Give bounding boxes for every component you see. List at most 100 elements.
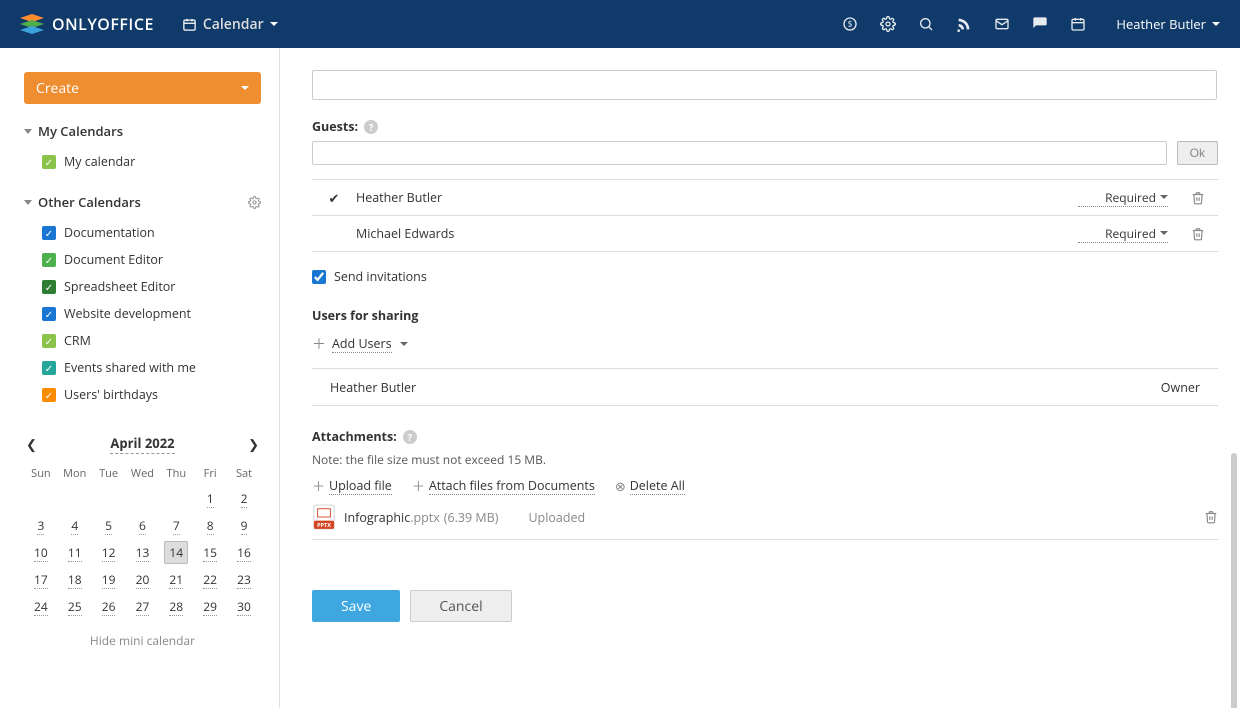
mini-cal-day[interactable]: 6 (139, 517, 146, 535)
pptx-file-icon: PPTX (312, 505, 336, 529)
share-user-name: Heather Butler (330, 379, 1161, 396)
mini-cal-dow: Sun (24, 462, 58, 485)
other-calendars-settings-icon[interactable] (248, 196, 261, 209)
mini-cal-day[interactable]: 19 (102, 571, 116, 589)
mini-cal-day[interactable]: 13 (136, 544, 150, 562)
other-calendars-title: Other Calendars (38, 193, 141, 211)
calendar-item[interactable]: ✓Documentation (42, 219, 261, 246)
guests-input[interactable] (312, 141, 1167, 165)
calendar-item[interactable]: ✓Document Editor (42, 246, 261, 273)
mini-cal-day[interactable]: 25 (68, 598, 82, 616)
help-icon[interactable]: ? (364, 120, 378, 134)
calendar-checkbox[interactable]: ✓ (42, 307, 56, 321)
calendar-label: Website development (64, 305, 191, 322)
mini-cal-day[interactable]: 27 (136, 598, 150, 616)
plus-icon: ＋ (312, 334, 326, 354)
calendar-checkbox[interactable]: ✓ (42, 253, 56, 267)
upload-file-button[interactable]: ＋ Upload file (312, 476, 392, 495)
gear-icon[interactable] (880, 16, 896, 32)
mini-cal-day[interactable]: 11 (68, 544, 82, 562)
calendar-item[interactable]: ✓ My calendar (42, 148, 261, 175)
mini-cal-day[interactable]: 8 (207, 517, 214, 535)
save-button[interactable]: Save (312, 590, 400, 622)
chevron-down-icon (1160, 195, 1168, 199)
send-invitations-checkbox[interactable] (312, 270, 326, 284)
create-button[interactable]: Create (24, 72, 261, 104)
mini-cal-next[interactable]: ❯ (248, 435, 259, 453)
mini-cal-day[interactable]: 24 (34, 598, 48, 616)
scrollbar[interactable] (1231, 453, 1237, 708)
calendar-checkbox[interactable]: ✓ (42, 155, 56, 169)
cancel-button[interactable]: Cancel (410, 590, 511, 622)
mini-cal-day[interactable]: 30 (237, 598, 251, 616)
mini-cal-day[interactable]: 21 (169, 571, 183, 589)
mini-cal-day[interactable]: 28 (169, 598, 183, 616)
guest-name: Heather Butler (356, 189, 1078, 206)
hide-mini-calendar-link[interactable]: Hide mini calendar (24, 632, 261, 649)
mini-cal-day[interactable]: 7 (173, 517, 180, 535)
calendar-item[interactable]: ✓Users' birthdays (42, 381, 261, 408)
present-icon[interactable]: $ (842, 16, 858, 32)
mini-cal-day[interactable]: 16 (237, 544, 251, 562)
mini-cal-day[interactable]: 1 (207, 490, 214, 508)
mini-cal-day[interactable]: 14 (164, 541, 188, 564)
feed-icon[interactable] (956, 16, 972, 32)
mini-cal-day[interactable]: 22 (203, 571, 217, 589)
upload-file-label: Upload file (329, 477, 392, 495)
calendar-icon[interactable] (1070, 16, 1086, 32)
calendar-checkbox[interactable]: ✓ (42, 388, 56, 402)
calendar-label: My calendar (64, 153, 135, 170)
attachment-size: (6.39 MB) (444, 509, 499, 526)
mini-cal-day[interactable]: 20 (136, 571, 150, 589)
mini-cal-day[interactable]: 23 (237, 571, 251, 589)
calendar-module-icon (182, 17, 197, 32)
mini-cal-day[interactable]: 12 (102, 544, 116, 562)
mini-cal-prev[interactable]: ❮ (26, 435, 37, 453)
mini-cal-day[interactable]: 17 (34, 571, 48, 589)
mini-cal-day[interactable]: 10 (34, 544, 48, 562)
chevron-down-icon (1160, 231, 1168, 235)
my-calendars-title: My Calendars (38, 122, 123, 140)
mini-cal-title[interactable]: April 2022 (110, 434, 174, 454)
other-calendars-header[interactable]: Other Calendars (24, 193, 261, 211)
guest-requirement-dropdown[interactable]: Required (1078, 189, 1168, 207)
mini-cal-day[interactable]: 4 (71, 517, 78, 535)
user-menu[interactable]: Heather Butler (1116, 15, 1220, 33)
guests-ok-button[interactable]: Ok (1177, 141, 1218, 165)
help-icon[interactable]: ? (403, 430, 417, 444)
mail-icon[interactable] (994, 16, 1010, 32)
mini-cal-day[interactable]: 15 (203, 544, 217, 562)
calendar-item[interactable]: ✓ CRM (42, 327, 261, 354)
mini-cal-day[interactable]: 26 (102, 598, 116, 616)
mini-cal-day[interactable]: 2 (241, 490, 248, 508)
guest-delete-button[interactable] (1178, 191, 1218, 205)
chat-icon[interactable] (1032, 16, 1048, 32)
add-users-button[interactable]: ＋ Add Users (312, 334, 1218, 354)
calendar-checkbox[interactable]: ✓ (42, 280, 56, 294)
mini-cal-day[interactable]: 18 (68, 571, 82, 589)
guest-requirement-dropdown[interactable]: Required (1078, 225, 1168, 243)
calendar-checkbox[interactable]: ✓ (42, 334, 56, 348)
attachments-note: Note: the file size must not exceed 15 M… (312, 451, 1218, 468)
my-calendars-header[interactable]: My Calendars (24, 122, 261, 140)
description-textarea[interactable] (312, 70, 1217, 100)
logo[interactable]: ONLYOFFICE (20, 13, 154, 35)
calendar-checkbox[interactable]: ✓ (42, 226, 56, 240)
calendar-checkbox[interactable]: ✓ (42, 361, 56, 375)
chevron-down-icon (270, 22, 278, 26)
mini-cal-day[interactable]: 9 (241, 517, 248, 535)
mini-cal-day[interactable]: 3 (37, 517, 44, 535)
calendar-item[interactable]: ✓Spreadsheet Editor (42, 273, 261, 300)
delete-all-button[interactable]: ⊗ Delete All (615, 477, 685, 495)
guest-delete-button[interactable] (1178, 227, 1218, 241)
search-icon[interactable] (918, 16, 934, 32)
module-dropdown[interactable]: Calendar (182, 15, 278, 34)
attachment-status: Uploaded (528, 509, 585, 526)
calendar-label: CRM (64, 332, 91, 349)
attach-from-documents-button[interactable]: ＋ Attach files from Documents (412, 476, 595, 495)
calendar-item[interactable]: ✓Events shared with me (42, 354, 261, 381)
mini-cal-day[interactable]: 29 (203, 598, 217, 616)
calendar-item[interactable]: ✓ Website development (42, 300, 261, 327)
attachment-delete-button[interactable] (1204, 510, 1218, 524)
mini-cal-day[interactable]: 5 (105, 517, 112, 535)
